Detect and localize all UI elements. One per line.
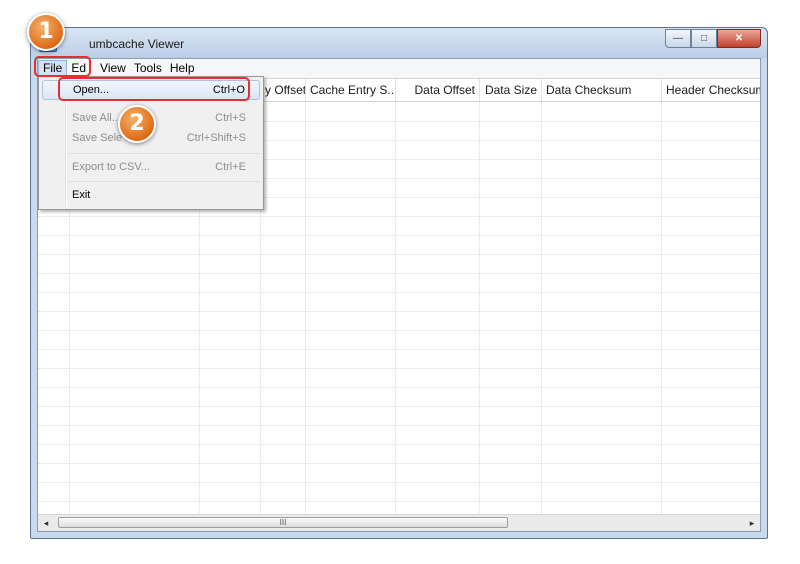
table-row	[38, 216, 760, 217]
table-row	[38, 349, 760, 350]
table-row	[38, 501, 760, 502]
table-row	[38, 387, 760, 388]
step-2-callout: 2	[118, 105, 156, 143]
title-bar[interactable]: umbcache Viewer — □ ✕	[31, 28, 767, 58]
menu-item-export-csv[interactable]: Export to CSV... Ctrl+E	[42, 157, 260, 177]
menu-item-label: Save Sele	[72, 132, 123, 144]
menu-item-label: Export to CSV...	[72, 161, 150, 173]
table-row	[38, 425, 760, 426]
menu-item-shortcut: Ctrl+S	[215, 112, 246, 124]
menu-tools[interactable]: Tools	[130, 60, 166, 77]
minimize-button[interactable]: —	[665, 29, 691, 48]
file-menu-highlight	[34, 56, 91, 77]
column-divider	[661, 102, 662, 515]
menu-item-exit[interactable]: Exit	[42, 185, 260, 205]
scroll-left-icon[interactable]: ◂	[38, 515, 54, 531]
menu-item-shortcut: Ctrl+E	[215, 161, 246, 173]
scroll-right-icon[interactable]: ▸	[744, 515, 760, 531]
column-header[interactable]: Cache Entry S...	[306, 79, 396, 101]
table-row	[38, 254, 760, 255]
column-divider	[479, 102, 480, 515]
menu-view[interactable]: View	[96, 60, 130, 77]
table-row	[38, 292, 760, 293]
menu-item-label: Exit	[72, 189, 91, 201]
horizontal-scrollbar[interactable]: ◂ III ▸	[38, 514, 760, 531]
step-1-callout: 1	[27, 13, 65, 51]
column-header[interactable]: Data Checksum	[542, 79, 662, 101]
column-header[interactable]: y Offset	[261, 79, 306, 101]
table-row	[38, 463, 760, 464]
close-button[interactable]: ✕	[717, 29, 761, 48]
window-title: umbcache Viewer	[89, 37, 185, 51]
table-row	[38, 444, 760, 445]
table-row	[38, 482, 760, 483]
menu-separator	[68, 181, 260, 182]
table-row	[38, 235, 760, 236]
column-divider	[541, 102, 542, 515]
maximize-button[interactable]: □	[691, 29, 717, 48]
scroll-thumb[interactable]: III	[58, 517, 508, 528]
menu-item-shortcut: Ctrl+Shift+S	[186, 132, 246, 144]
table-row	[38, 330, 760, 331]
table-row	[38, 273, 760, 274]
table-row	[38, 406, 760, 407]
table-row	[38, 368, 760, 369]
menu-item-label: Save All...	[72, 112, 121, 124]
column-divider	[305, 102, 306, 515]
column-header[interactable]: Header Checksum	[662, 79, 760, 101]
table-row	[38, 311, 760, 312]
menu-separator	[68, 153, 260, 154]
column-header[interactable]: Data Offset	[396, 79, 480, 101]
column-divider	[395, 102, 396, 515]
open-item-highlight	[58, 77, 250, 101]
column-header[interactable]: Data Size	[480, 79, 542, 101]
menu-help[interactable]: Help	[166, 60, 199, 77]
